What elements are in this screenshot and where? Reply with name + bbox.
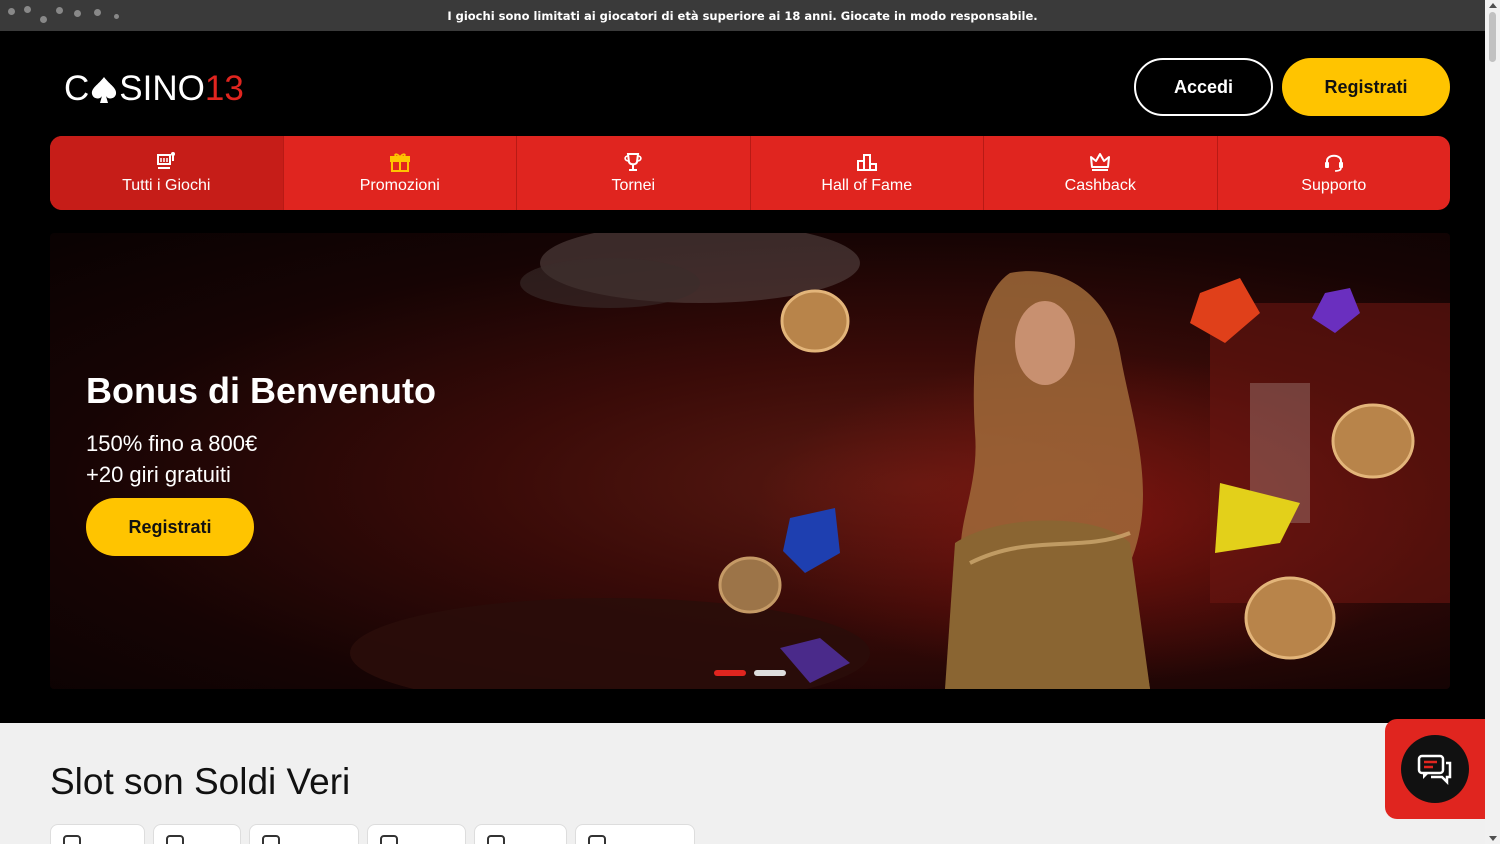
spade-icon	[90, 74, 118, 104]
nav-item-all-games[interactable]: Tutti i Giochi	[50, 136, 284, 210]
category-icon	[588, 835, 606, 844]
hero-title: Bonus di Benvenuto	[86, 370, 436, 411]
nav-item-cashback[interactable]: Cashback	[984, 136, 1218, 210]
hero-spins-line: +20 giri gratuiti	[86, 462, 231, 487]
nav-label: Supporto	[1301, 177, 1367, 194]
crown-icon	[1090, 153, 1111, 171]
category-chip[interactable]	[575, 824, 695, 844]
category-icon	[166, 835, 184, 844]
hero-subtitle: 150% fino a 800€ +20 giri gratuiti	[86, 428, 257, 490]
logo-letter-c: C	[64, 69, 90, 108]
category-chip[interactable]	[367, 824, 466, 844]
scroll-thumb[interactable]	[1489, 12, 1496, 62]
section-title: Slot son Soldi Veri	[50, 761, 351, 802]
category-icon	[380, 835, 398, 844]
category-icon	[487, 835, 505, 844]
carousel-dot-1[interactable]	[714, 670, 746, 676]
age-notice-bar: I giochi sono limitati ai giocatori di e…	[0, 0, 1485, 31]
logo-text: SINO	[119, 69, 205, 108]
age-notice-text: I giochi sono limitati ai giocatori di e…	[447, 8, 1038, 23]
chat-widget[interactable]	[1385, 719, 1485, 819]
nav-item-tournaments[interactable]: Tornei	[517, 136, 751, 210]
nav-label: Tornei	[611, 177, 656, 194]
casino13-logo[interactable]: C SINO 13	[64, 69, 244, 109]
logo-number: 13	[204, 69, 244, 108]
hero-banner[interactable]: Bonus di Benvenuto 150% fino a 800€ +20 …	[50, 233, 1450, 689]
games-icon	[157, 152, 176, 169]
slots-section: Slot son Soldi Veri	[0, 723, 1485, 844]
nav-label: Tutti i Giochi	[122, 177, 211, 194]
chat-button[interactable]	[1401, 735, 1469, 803]
hero-bonus-line: 150% fino a 800€	[86, 431, 258, 456]
decorative-dots	[6, 4, 126, 26]
carousel-dot-2[interactable]	[754, 670, 786, 676]
gift-icon	[389, 153, 410, 172]
nav-item-support[interactable]: Supporto	[1218, 136, 1451, 210]
login-button[interactable]: Accedi	[1134, 58, 1273, 116]
podium-icon	[856, 154, 877, 171]
nav-label: Promozioni	[359, 177, 440, 194]
category-chips	[50, 824, 695, 844]
scroll-down-icon[interactable]	[1489, 836, 1497, 841]
category-chip[interactable]	[249, 824, 359, 844]
nav-label: Cashback	[1064, 177, 1136, 194]
hero-illustration	[350, 233, 1450, 689]
chat-icon	[1417, 754, 1452, 785]
category-chip[interactable]	[153, 824, 241, 844]
nav-label: Hall of Fame	[821, 177, 913, 194]
nav-item-promotions[interactable]: Promozioni	[284, 136, 517, 210]
site-header: C SINO 13 Accedi Registrati Tutti i Gioc…	[0, 31, 1485, 723]
scroll-up-icon[interactable]	[1489, 3, 1497, 8]
register-button[interactable]: Registrati	[1282, 58, 1450, 116]
headset-icon	[1324, 154, 1343, 172]
category-chip[interactable]	[50, 824, 145, 844]
category-icon	[63, 835, 81, 844]
woman-figure	[945, 271, 1150, 689]
category-chip[interactable]	[474, 824, 567, 844]
page-scrollbar[interactable]	[1485, 0, 1500, 844]
carousel-pager	[714, 670, 786, 676]
hero-register-button[interactable]: Registrati	[86, 498, 254, 556]
category-icon	[262, 835, 280, 844]
main-nav: Tutti i Giochi Promozioni Tornei Hall of…	[50, 136, 1450, 210]
nav-item-hall-of-fame[interactable]: Hall of Fame	[751, 136, 984, 210]
trophy-icon	[624, 153, 642, 171]
